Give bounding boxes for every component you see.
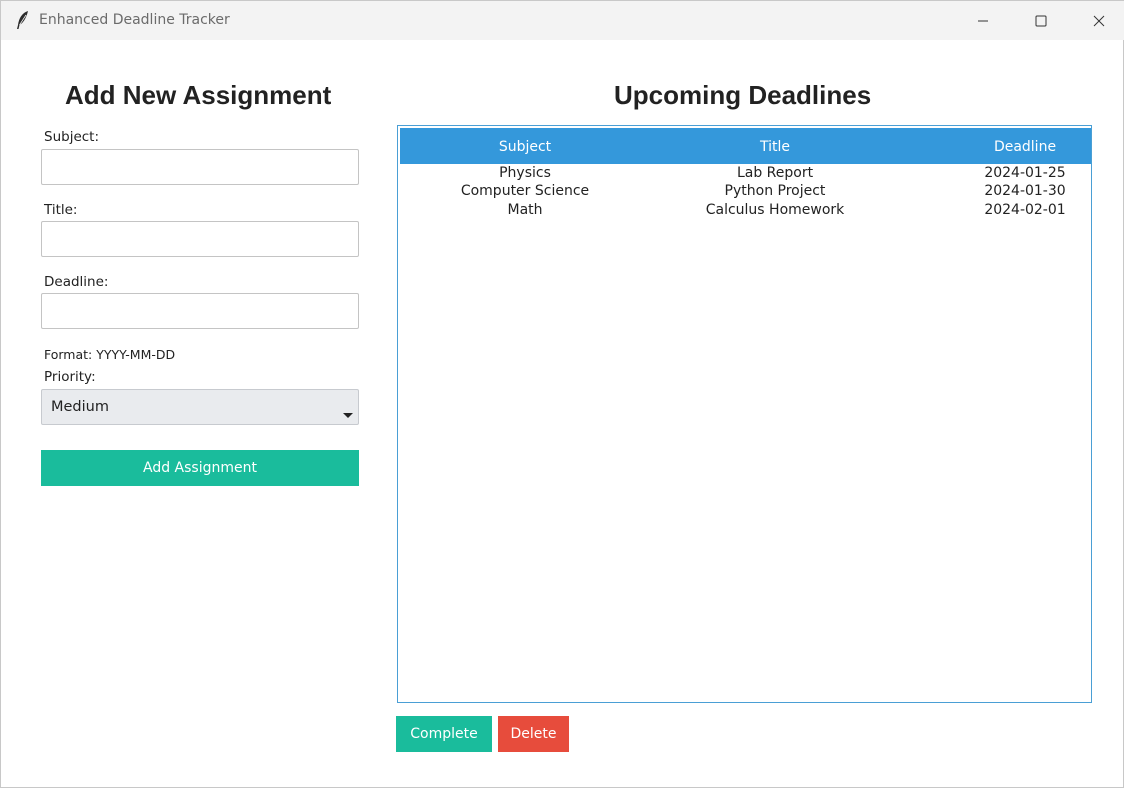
cell-deadline: 2024-01-30 bbox=[984, 183, 1066, 199]
cell-deadline: 2024-02-01 bbox=[984, 202, 1066, 218]
table-header: Subject Title Deadline bbox=[400, 128, 1091, 164]
table-row[interactable]: Math Calculus Homework 2024-02-01 bbox=[400, 201, 1091, 220]
priority-selected-value: Medium bbox=[51, 399, 109, 415]
priority-select[interactable]: Medium bbox=[41, 389, 359, 425]
cell-subject: Computer Science bbox=[460, 183, 590, 199]
app-window: Enhanced Deadline Tracker Add New Assign… bbox=[0, 0, 1124, 788]
deadlines-table[interactable]: Subject Title Deadline Physics Lab Repor… bbox=[397, 125, 1092, 703]
cell-deadline: 2024-01-25 bbox=[984, 165, 1066, 181]
title-bar[interactable]: Enhanced Deadline Tracker bbox=[1, 1, 1124, 40]
table-body: Physics Lab Report 2024-01-25 Computer S… bbox=[400, 164, 1091, 220]
complete-button[interactable]: Complete bbox=[396, 716, 492, 752]
cell-title: Python Project bbox=[724, 183, 826, 199]
maximize-button[interactable] bbox=[1012, 1, 1070, 40]
cell-subject: Physics bbox=[499, 165, 551, 181]
minimize-button[interactable] bbox=[954, 1, 1012, 40]
priority-label: Priority: bbox=[44, 369, 96, 385]
title-input[interactable] bbox=[41, 221, 359, 257]
deadline-input[interactable] bbox=[41, 293, 359, 329]
cell-title: Calculus Homework bbox=[705, 202, 845, 218]
table-row[interactable]: Computer Science Python Project 2024-01-… bbox=[400, 182, 1091, 201]
close-button[interactable] bbox=[1070, 1, 1124, 40]
column-header-deadline[interactable]: Deadline bbox=[900, 139, 1124, 155]
dropdown-arrow-icon[interactable] bbox=[343, 413, 353, 418]
deadline-label: Deadline: bbox=[44, 274, 109, 290]
minimize-icon bbox=[978, 20, 988, 21]
column-header-title[interactable]: Title bbox=[650, 139, 900, 155]
add-assignment-heading: Add New Assignment bbox=[65, 80, 332, 110]
cell-title: Lab Report bbox=[736, 165, 814, 181]
table-row[interactable]: Physics Lab Report 2024-01-25 bbox=[400, 164, 1091, 183]
window-title: Enhanced Deadline Tracker bbox=[39, 12, 230, 28]
delete-button[interactable]: Delete bbox=[498, 716, 569, 752]
upcoming-deadlines-heading: Upcoming Deadlines bbox=[614, 80, 872, 110]
feather-icon bbox=[15, 10, 31, 30]
subject-label: Subject: bbox=[44, 129, 100, 145]
cell-subject: Math bbox=[507, 202, 543, 218]
title-label: Title: bbox=[44, 202, 78, 218]
column-header-subject[interactable]: Subject bbox=[400, 139, 650, 155]
close-icon bbox=[1093, 15, 1105, 26]
subject-input[interactable] bbox=[41, 149, 359, 185]
add-assignment-button[interactable]: Add Assignment bbox=[41, 450, 359, 486]
format-hint: Format: YYYY-MM-DD bbox=[44, 347, 176, 362]
maximize-icon bbox=[1035, 15, 1047, 26]
